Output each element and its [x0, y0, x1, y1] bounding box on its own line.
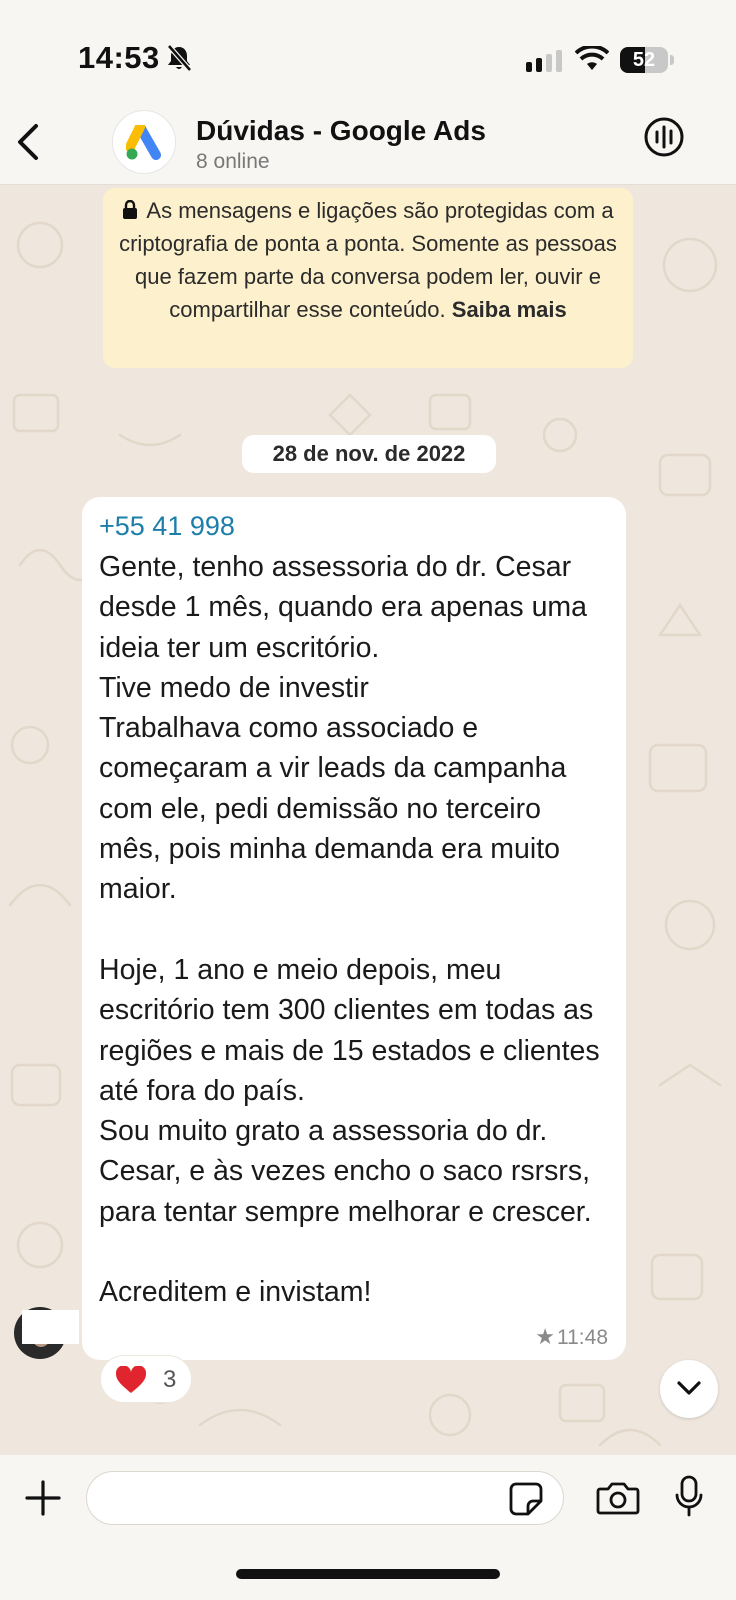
battery-tip [670, 55, 674, 65]
google-ads-logo-icon [126, 125, 161, 160]
group-title[interactable]: Dúvidas - Google Ads [196, 115, 486, 147]
signal-strength-icon [526, 50, 562, 72]
message-meta: ★11:48 [535, 1324, 608, 1350]
status-bar: 14:53 52 [0, 0, 736, 110]
date-divider: 28 de nov. de 2022 [242, 435, 496, 473]
star-icon: ★ [535, 1324, 555, 1349]
back-chevron-icon[interactable] [14, 122, 44, 162]
encryption-notice[interactable]: As mensagens e ligações são protegidas c… [103, 188, 633, 368]
microphone-icon[interactable] [674, 1475, 704, 1519]
group-avatar[interactable] [112, 110, 176, 174]
clock: 14:53 [78, 40, 160, 75]
message-input[interactable] [86, 1471, 564, 1525]
camera-icon[interactable] [596, 1480, 640, 1516]
message-time: 11:48 [557, 1326, 608, 1349]
plus-icon[interactable] [24, 1479, 62, 1517]
sticker-icon[interactable] [508, 1481, 544, 1517]
wifi-icon [575, 46, 609, 70]
reaction-count: 3 [163, 1366, 177, 1393]
composer-bar [0, 1455, 736, 1600]
battery-indicator: 52 [620, 47, 668, 73]
lock-icon [123, 200, 138, 219]
scroll-to-bottom-button[interactable] [660, 1360, 718, 1418]
chat-header: Dúvidas - Google Ads 8 online [0, 110, 736, 185]
battery-level: 52 [632, 49, 656, 71]
online-count: 8 online [196, 150, 270, 173]
message-bubble[interactable]: +55 41 998 Gente, tenho assessoria do dr… [82, 497, 626, 1360]
home-indicator [236, 1569, 500, 1579]
learn-more-link[interactable]: Saiba mais [452, 297, 567, 322]
sender-phone[interactable]: +55 41 998 [99, 505, 608, 547]
bell-muted-icon [167, 44, 192, 72]
redaction-box [22, 1310, 79, 1344]
chevron-down-icon [677, 1381, 701, 1395]
group-call-icon[interactable] [643, 116, 685, 158]
reaction-pill[interactable]: 3 [100, 1355, 192, 1403]
heart-icon [115, 1366, 147, 1393]
message-text: Gente, tenho assessoria do dr. Cesar des… [99, 551, 600, 1309]
